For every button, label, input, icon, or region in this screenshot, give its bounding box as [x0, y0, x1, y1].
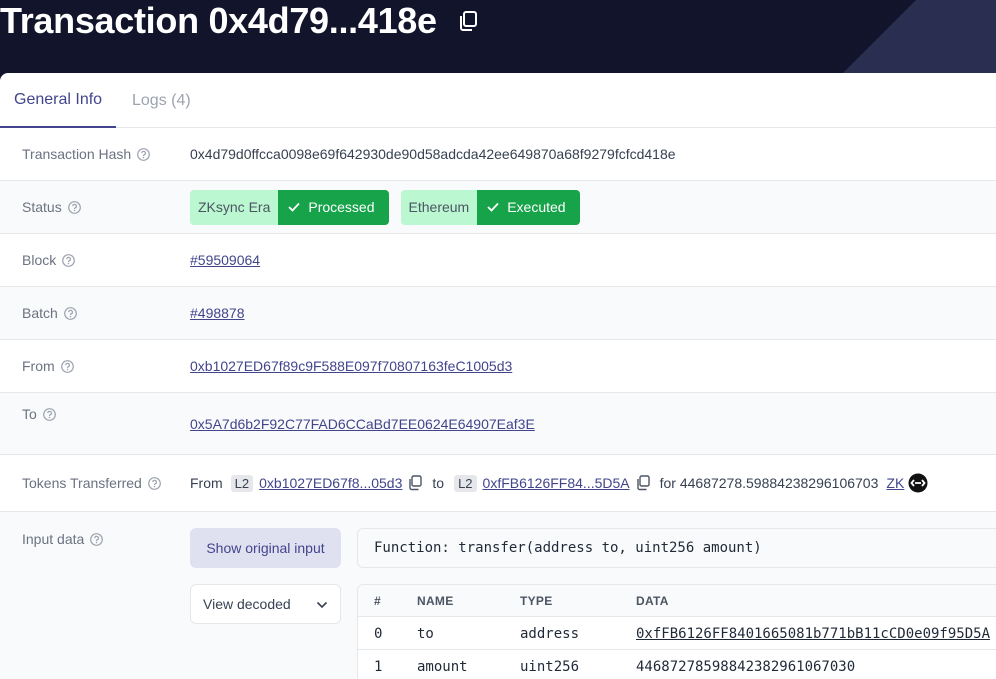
help-icon[interactable]: [60, 359, 74, 373]
transaction-hash-value: 0x4d79d0ffcca0098e69f642930de90d58adcda4…: [190, 146, 676, 162]
check-icon: [487, 202, 499, 212]
status-badge-l2: ZKsync Era Processed: [190, 189, 389, 225]
batch-link[interactable]: #498878: [190, 305, 245, 321]
batch-value: #498878: [190, 287, 245, 339]
block-link[interactable]: #59509064: [190, 252, 260, 268]
decoded-table-header: # NAME TYPE DATA: [358, 585, 996, 617]
row-label: To: [22, 393, 56, 435]
zk-token-icon: [908, 473, 928, 493]
to-value: 0x5A7d6b2F92C77FAD6CCaBd7EE0624E64907Eaf…: [190, 393, 535, 455]
column-header: DATA: [636, 594, 669, 608]
row-input-data: Input data Show original input Function:…: [0, 512, 996, 679]
details-table: Transaction Hash 0x4d79d0ffcca0098e69f64…: [0, 128, 996, 679]
l2-badge: L2: [454, 474, 477, 492]
copy-icon[interactable]: [457, 10, 479, 32]
token-symbol-link[interactable]: ZK: [886, 475, 904, 491]
column-header: TYPE: [520, 594, 553, 608]
label-text: From: [22, 358, 55, 374]
param-name: amount: [417, 658, 468, 675]
from-word: From: [190, 475, 223, 491]
row-label: Input data: [22, 512, 104, 566]
l2-badge: L2: [230, 474, 254, 492]
label-text: Transaction Hash: [22, 146, 132, 162]
status-state: Executed: [477, 189, 580, 225]
page-header: Transaction 0x4d79...418e: [0, 0, 996, 80]
status-state-label: Executed: [507, 199, 566, 215]
tab-bar: General Info Logs (4): [0, 73, 996, 128]
status-state-label: Processed: [308, 199, 375, 215]
row-to: To 0x5A7d6b2F92C77FAD6CCaBd7EE0624E64907…: [0, 393, 996, 455]
block-value: #59509064: [190, 234, 260, 286]
label-text: Batch: [22, 305, 58, 321]
view-mode-select[interactable]: View decoded: [190, 584, 341, 624]
status-state: Processed: [278, 189, 389, 225]
label-text: Input data: [22, 531, 85, 547]
chevron-down-icon: [316, 596, 328, 612]
status-network: ZKsync Era: [190, 189, 279, 225]
help-icon[interactable]: [67, 200, 81, 214]
decoded-input-table: # NAME TYPE DATA 0 to address 0xfFB6126F…: [357, 584, 996, 679]
token-amount: for 44687278.59884238296106703: [659, 475, 879, 491]
table-row: 1 amount uint256 44687278598842382961067…: [358, 650, 996, 679]
help-icon[interactable]: [147, 476, 161, 490]
row-label: Tokens Transferred: [22, 455, 161, 511]
param-name: to: [417, 625, 434, 642]
label-text: Status: [22, 199, 62, 215]
row-label: From: [22, 340, 74, 392]
show-original-input-button[interactable]: Show original input: [190, 528, 341, 568]
help-icon[interactable]: [90, 532, 104, 546]
help-icon[interactable]: [137, 147, 151, 161]
column-header: #: [374, 594, 381, 608]
param-data-link[interactable]: 0xfFB6126FF8401665081b771bB11cCD0e09f95D…: [636, 617, 990, 650]
param-index: 0: [374, 625, 383, 642]
header-decoration: [836, 0, 996, 80]
status-network: Ethereum: [400, 189, 478, 225]
from-value: 0xb1027ED67f89c9F588E097f70807163feC1005…: [190, 340, 512, 392]
to-address-link[interactable]: 0x5A7d6b2F92C77FAD6CCaBd7EE0624E64907Eaf…: [190, 416, 535, 432]
help-icon[interactable]: [63, 306, 77, 320]
row-transaction-hash: Transaction Hash 0x4d79d0ffcca0098e69f64…: [0, 128, 996, 181]
row-from: From 0xb1027ED67f89c9F588E097f70807163fe…: [0, 340, 996, 393]
copy-icon[interactable]: [408, 475, 423, 491]
to-word: to: [432, 475, 445, 491]
param-data: 44687278598842382961067030: [636, 658, 856, 675]
view-mode-value: View decoded: [203, 596, 291, 612]
row-tokens-transferred: Tokens Transferred From L2 0xb1027ED67f8…: [0, 455, 996, 512]
param-type: uint256: [520, 658, 580, 675]
param-type: address: [520, 625, 580, 642]
token-from-address[interactable]: 0xb1027ED67f8...05d3: [259, 475, 402, 491]
column-header: NAME: [417, 594, 454, 608]
status-group: ZKsync Era Processed Ethereum Executed: [190, 181, 592, 233]
label-text: Tokens Transferred: [22, 475, 142, 491]
label-text: Block: [22, 252, 57, 268]
row-block: Block #59509064: [0, 234, 996, 287]
row-label: Transaction Hash: [22, 128, 151, 180]
transaction-panel: General Info Logs (4) Transaction Hash 0…: [0, 73, 996, 679]
label-text: To: [22, 406, 37, 422]
row-label: Batch: [22, 287, 77, 339]
from-address-link[interactable]: 0xb1027ED67f89c9F588E097f70807163feC1005…: [190, 358, 512, 374]
copy-icon[interactable]: [636, 475, 650, 491]
row-label: Status: [22, 181, 81, 233]
page-title: Transaction 0x4d79...418e: [0, 0, 437, 41]
token-to-address[interactable]: 0xfFB6126FF84...5D5A: [483, 475, 630, 491]
function-signature: Function: transfer(address to, uint256 a…: [357, 528, 996, 568]
token-transfer: From L2 0xb1027ED67f8...05d3 to L2 0xfFB…: [190, 455, 928, 511]
page-title-wrap: Transaction 0x4d79...418e: [0, 0, 479, 42]
tab-general-info[interactable]: General Info: [0, 73, 116, 128]
table-row: 0 to address 0xfFB6126FF8401665081b771bB…: [358, 617, 996, 650]
row-status: Status ZKsync Era Processed Ethereum Exe…: [0, 181, 996, 234]
tab-logs[interactable]: Logs (4): [132, 73, 191, 128]
check-icon: [288, 202, 301, 212]
status-badge-l1: Ethereum Executed: [400, 189, 580, 225]
row-batch: Batch #498878: [0, 287, 996, 340]
help-icon[interactable]: [42, 407, 56, 421]
row-label: Block: [22, 234, 76, 286]
param-index: 1: [374, 658, 383, 675]
help-icon[interactable]: [62, 253, 76, 267]
